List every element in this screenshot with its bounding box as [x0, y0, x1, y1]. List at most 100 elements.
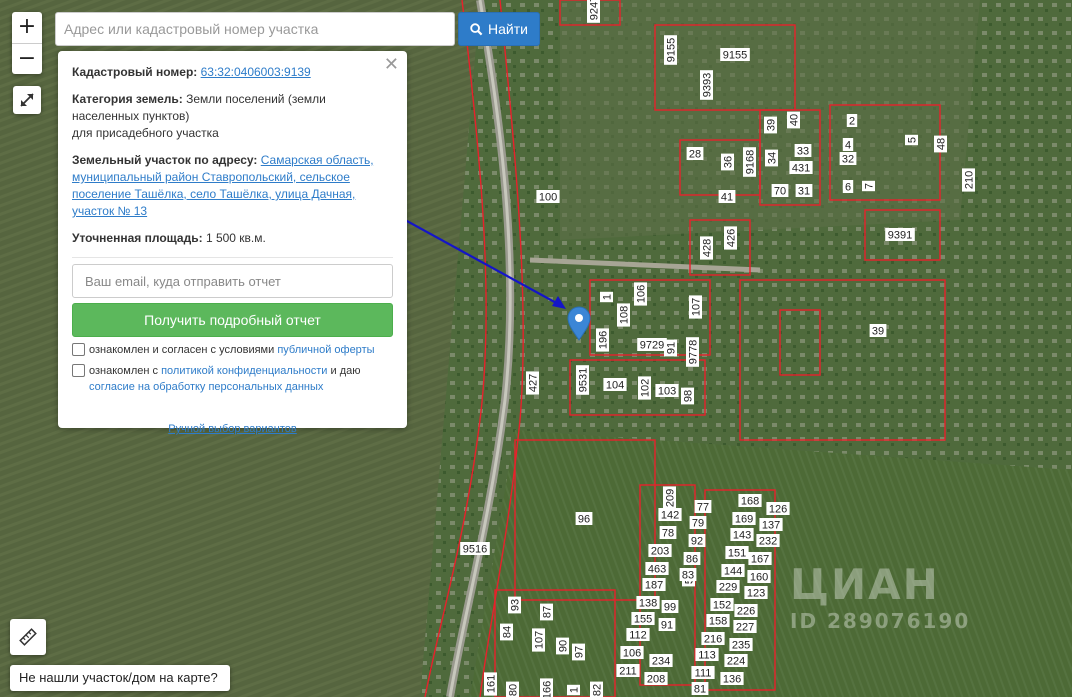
- plot-number-label[interactable]: 28: [686, 147, 704, 161]
- plot-number-label[interactable]: 86: [683, 552, 701, 566]
- plot-number-label[interactable]: 81: [691, 682, 709, 696]
- plot-number-label[interactable]: 107: [532, 628, 546, 652]
- plot-number-label[interactable]: 97: [572, 643, 586, 661]
- plot-number-label[interactable]: 1: [567, 684, 581, 696]
- plot-number-label[interactable]: 92: [688, 534, 706, 548]
- plot-number-label[interactable]: 166: [540, 678, 554, 697]
- personal-data-consent-link[interactable]: согласие на обработку персональных данны…: [89, 381, 323, 393]
- plot-number-label[interactable]: 91: [664, 339, 678, 357]
- plot-number-label[interactable]: 5: [905, 134, 919, 146]
- plot-number-label[interactable]: 99: [661, 600, 679, 614]
- plot-number-label[interactable]: 138: [636, 596, 660, 610]
- plot-number-label[interactable]: 151: [725, 546, 749, 560]
- plot-number-label[interactable]: 34: [765, 149, 779, 167]
- plot-number-label[interactable]: 112: [626, 628, 650, 642]
- get-report-button[interactable]: Получить подробный отчет: [72, 303, 393, 337]
- plot-number-label[interactable]: 90: [556, 637, 570, 655]
- plot-number-label[interactable]: 41: [718, 190, 736, 204]
- plot-number-label[interactable]: 169: [732, 512, 756, 526]
- plot-number-label[interactable]: 2: [846, 114, 858, 128]
- public-offer-link[interactable]: публичной оферты: [277, 344, 374, 356]
- plot-number-label[interactable]: 203: [648, 544, 672, 558]
- plot-number-label[interactable]: 142: [658, 508, 682, 522]
- plot-number-label[interactable]: 9531: [576, 365, 590, 395]
- plot-number-label[interactable]: 96: [575, 512, 593, 526]
- plot-number-label[interactable]: 463: [645, 562, 669, 576]
- plot-number-label[interactable]: 167: [748, 552, 772, 566]
- consent-offer-checkbox[interactable]: [72, 343, 85, 356]
- plot-number-label[interactable]: 144: [721, 564, 745, 578]
- plot-number-label[interactable]: 103: [655, 384, 679, 398]
- plot-number-label[interactable]: 9391: [885, 228, 915, 242]
- plot-number-label[interactable]: 226: [734, 604, 758, 618]
- plot-number-label[interactable]: 229: [716, 580, 740, 594]
- plot-number-label[interactable]: 7: [862, 180, 876, 192]
- plot-number-label[interactable]: 158: [706, 614, 730, 628]
- plot-number-label[interactable]: 9516: [460, 542, 490, 556]
- fullscreen-button[interactable]: [13, 86, 41, 114]
- plot-number-label[interactable]: 93: [508, 596, 522, 614]
- zoom-in-button[interactable]: +: [12, 12, 42, 43]
- plot-number-label[interactable]: 143: [730, 528, 754, 542]
- plot-number-label[interactable]: 107: [689, 295, 703, 319]
- plot-number-label[interactable]: 32: [839, 152, 857, 166]
- plot-number-label[interactable]: 227: [733, 620, 757, 634]
- plot-number-label[interactable]: 216: [701, 632, 725, 646]
- plot-number-label[interactable]: 161: [484, 672, 498, 696]
- plot-number-label[interactable]: 78: [659, 526, 677, 540]
- plot-number-label[interactable]: 155: [631, 612, 655, 626]
- plot-number-label[interactable]: 126: [766, 502, 790, 516]
- search-button[interactable]: Найти: [458, 12, 540, 46]
- plot-number-label[interactable]: 87: [540, 603, 554, 621]
- plot-number-label[interactable]: 152: [710, 598, 734, 612]
- plot-number-label[interactable]: 100: [536, 190, 560, 204]
- plot-number-label[interactable]: 426: [724, 226, 738, 250]
- plot-number-label[interactable]: 106: [634, 282, 648, 306]
- close-icon[interactable]: ✕: [384, 56, 399, 74]
- plot-number-label[interactable]: 210: [962, 168, 976, 192]
- plot-number-label[interactable]: 36: [721, 153, 735, 171]
- plot-number-label[interactable]: 9155: [664, 35, 678, 65]
- plot-number-label[interactable]: 232: [756, 534, 780, 548]
- plot-number-label[interactable]: 211: [616, 664, 640, 678]
- plot-number-label[interactable]: 106: [620, 646, 644, 660]
- plot-number-label[interactable]: 111: [691, 666, 715, 680]
- plot-number-label[interactable]: 31: [795, 184, 813, 198]
- plot-number-label[interactable]: 224: [724, 654, 748, 668]
- plot-number-label[interactable]: 84: [500, 623, 514, 641]
- plot-number-label[interactable]: 9168: [743, 147, 757, 177]
- privacy-policy-link[interactable]: политикой конфиденциальности: [161, 365, 327, 377]
- zoom-out-button[interactable]: −: [12, 43, 42, 74]
- plot-number-label[interactable]: 160: [747, 570, 771, 584]
- not-found-button[interactable]: Не нашли участок/дом на карте?: [10, 665, 230, 691]
- plot-number-label[interactable]: 83: [679, 568, 697, 582]
- plot-number-label[interactable]: 33: [794, 144, 812, 158]
- manual-select-link[interactable]: Ручной выбор вариантов: [72, 421, 393, 438]
- plot-number-label[interactable]: 40: [787, 111, 801, 129]
- plot-number-label[interactable]: 235: [729, 638, 753, 652]
- plot-number-label[interactable]: 123: [744, 586, 768, 600]
- plot-number-label[interactable]: 82: [590, 681, 604, 697]
- cadastral-number-link[interactable]: 63:32:0406003:9139: [201, 65, 311, 79]
- plot-number-label[interactable]: 168: [738, 494, 762, 508]
- email-field[interactable]: [72, 264, 393, 298]
- plot-number-label[interactable]: 9155: [720, 48, 750, 62]
- plot-number-label[interactable]: 9393: [700, 70, 714, 100]
- plot-number-label[interactable]: 428: [700, 236, 714, 260]
- plot-number-label[interactable]: 9247: [587, 0, 601, 23]
- plot-number-label[interactable]: 108: [617, 303, 631, 327]
- plot-number-label[interactable]: 1: [600, 291, 614, 303]
- plot-number-label[interactable]: 91: [658, 618, 676, 632]
- plot-number-label[interactable]: 196: [596, 328, 610, 352]
- plot-number-label[interactable]: 113: [695, 648, 719, 662]
- plot-number-label[interactable]: 427: [526, 371, 540, 395]
- plot-number-label[interactable]: 48: [934, 135, 948, 153]
- plot-number-label[interactable]: 137: [759, 518, 783, 532]
- plot-number-label[interactable]: 39: [869, 324, 887, 338]
- plot-number-label[interactable]: 208: [644, 672, 668, 686]
- plot-number-label[interactable]: 209: [663, 486, 677, 510]
- plot-number-label[interactable]: 136: [720, 672, 744, 686]
- plot-number-label[interactable]: 104: [603, 378, 627, 392]
- plot-number-label[interactable]: 9729: [637, 338, 667, 352]
- plot-number-label[interactable]: 187: [642, 578, 666, 592]
